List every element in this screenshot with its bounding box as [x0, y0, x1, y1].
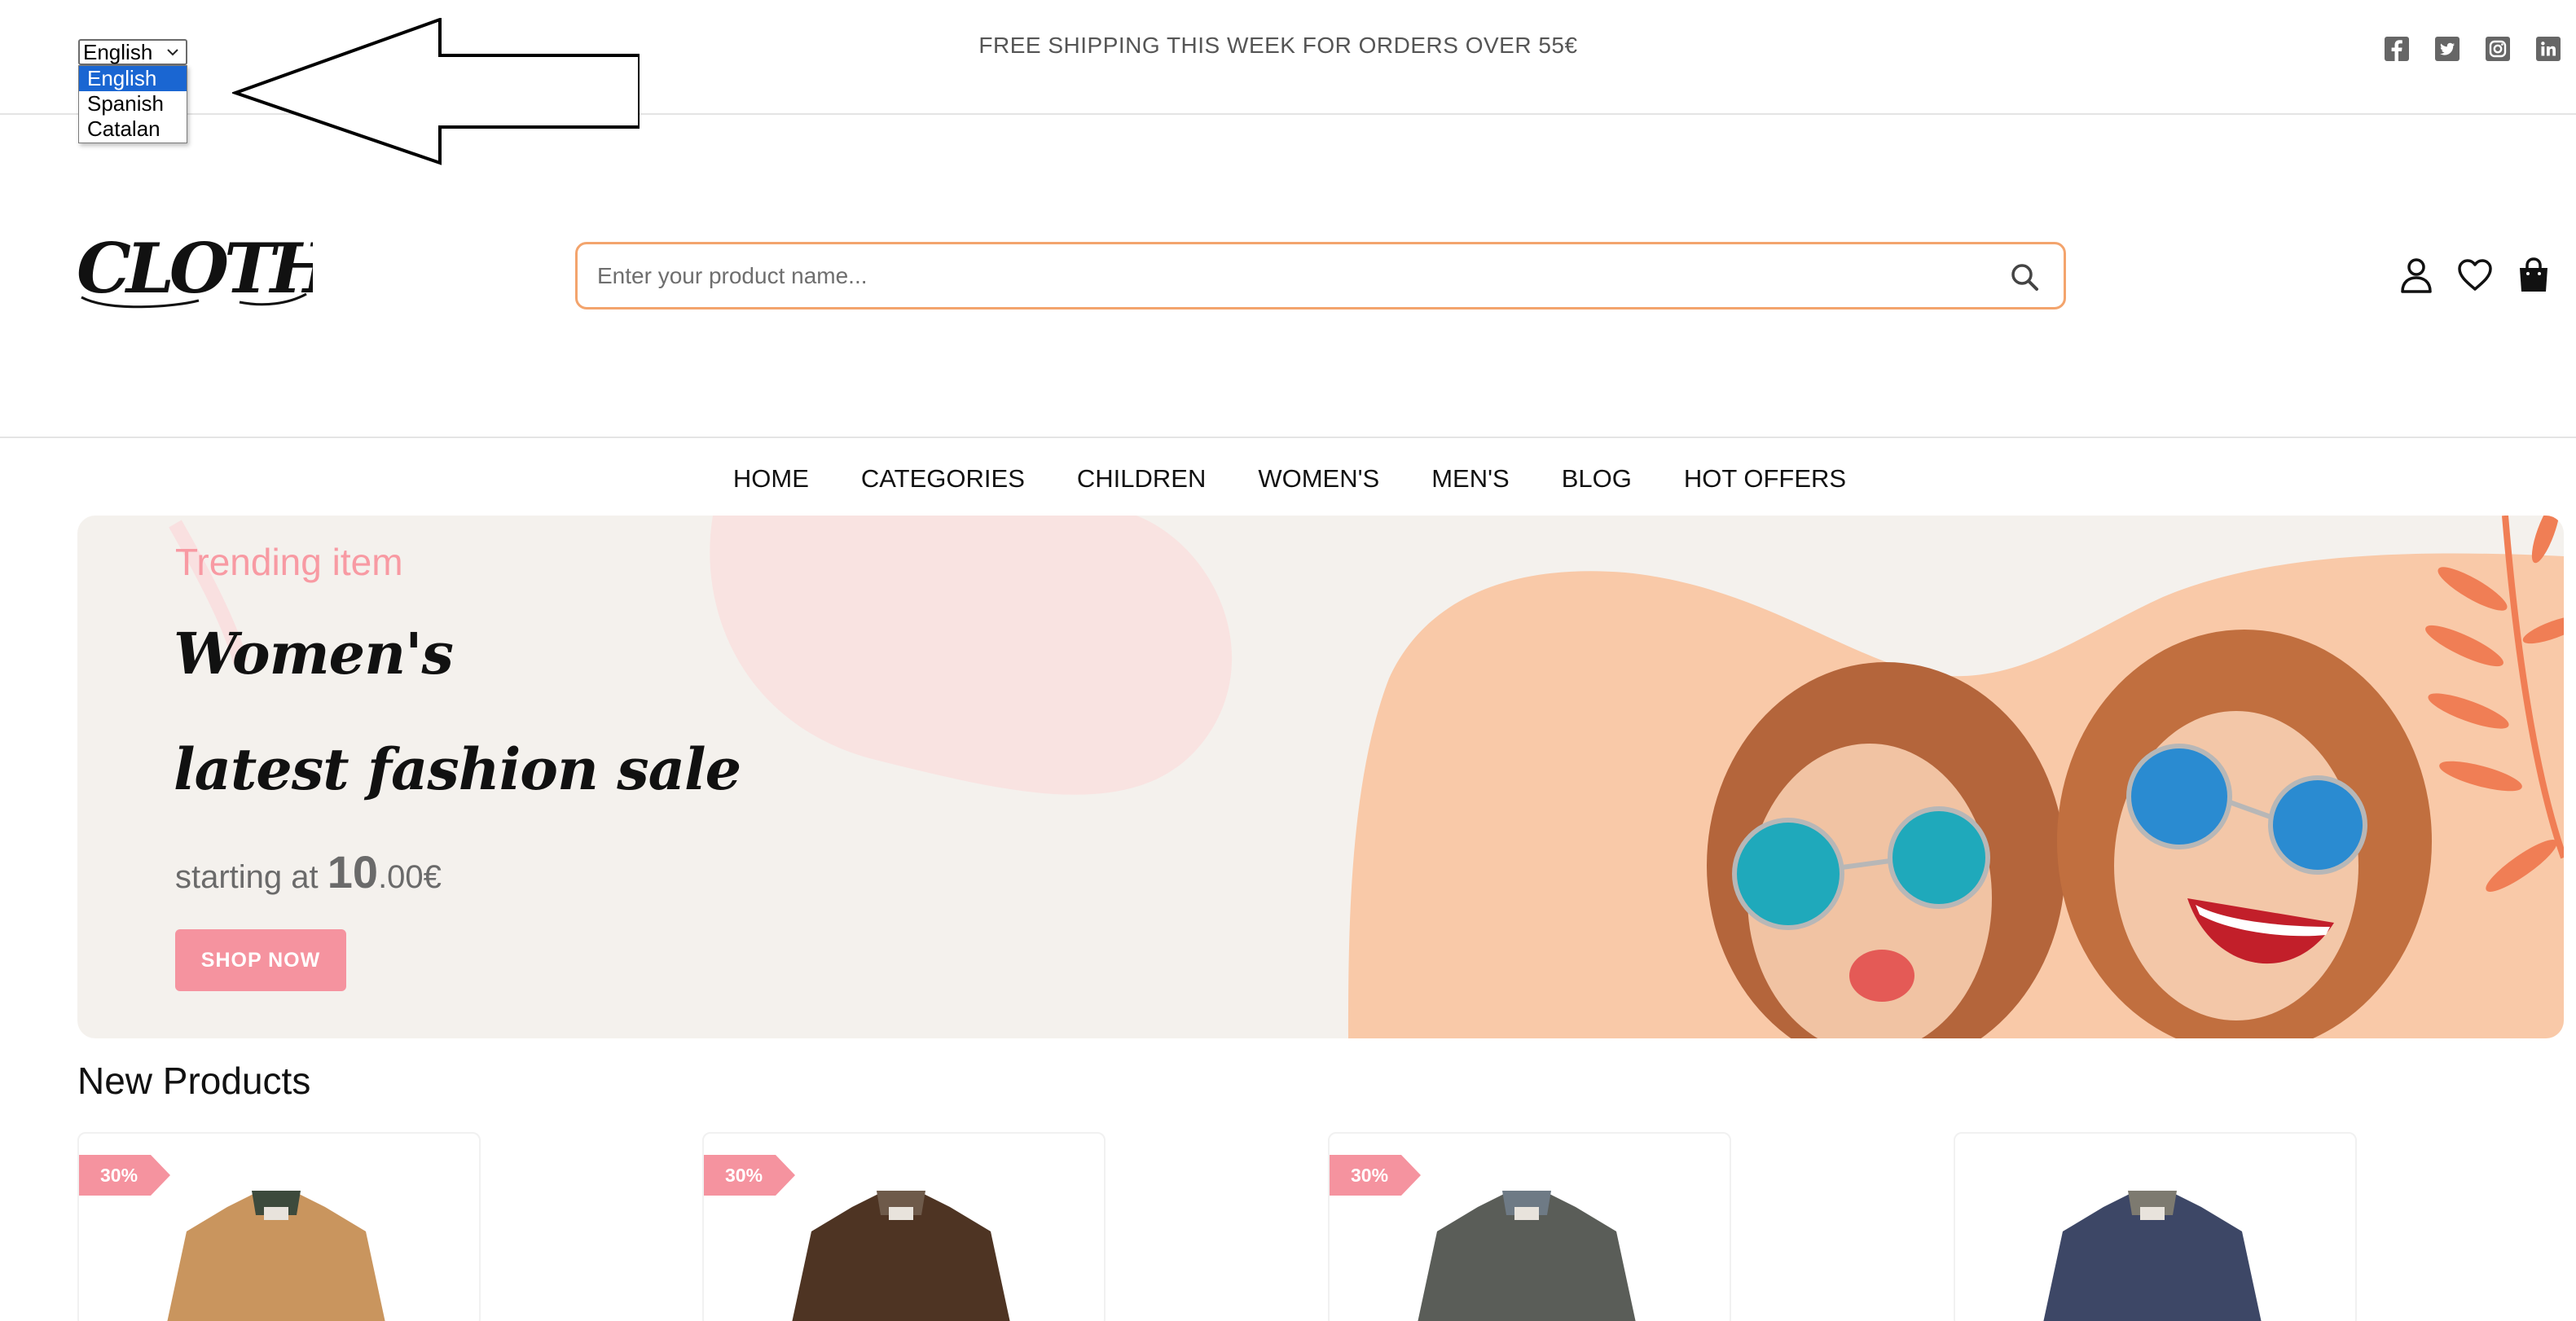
- nav-item-womens[interactable]: WOMEN'S: [1255, 456, 1379, 502]
- language-option-english[interactable]: English: [79, 66, 187, 91]
- search-icon[interactable]: [2008, 261, 2041, 293]
- product-card[interactable]: 30%: [702, 1132, 1106, 1321]
- heart-icon[interactable]: [2457, 257, 2493, 294]
- nav-item-hot-offers[interactable]: HOT OFFERS: [1681, 456, 1846, 502]
- hero-title-line2: latest fashion sale: [174, 735, 741, 803]
- product-image: [792, 1191, 1010, 1321]
- main-nav: HOME CATEGORIES CHILDREN WOMEN'S MEN'S B…: [0, 456, 2576, 502]
- product-card[interactable]: [1954, 1132, 2357, 1321]
- nav-item-children[interactable]: CHILDREN: [1074, 456, 1206, 502]
- nav-item-categories[interactable]: CATEGORIES: [858, 456, 1025, 502]
- product-image: [1418, 1191, 1636, 1321]
- bag-icon[interactable]: [2516, 257, 2552, 294]
- hero-price: starting at 10.00€: [175, 845, 442, 898]
- user-icon[interactable]: [2398, 257, 2434, 294]
- search-bar: [575, 242, 2066, 309]
- hero-price-prefix: starting at: [175, 859, 327, 895]
- facebook-icon[interactable]: [2384, 36, 2410, 62]
- nav-item-blog[interactable]: BLOG: [1558, 456, 1632, 502]
- language-dropdown-list: English Spanish Catalan: [78, 65, 187, 143]
- shop-now-button[interactable]: SHOP NOW: [175, 929, 346, 991]
- product-image: [2043, 1191, 2262, 1321]
- new-products-title: New Products: [77, 1060, 311, 1102]
- logo-text: CLOTHES: [77, 232, 313, 309]
- linkedin-icon[interactable]: [2535, 36, 2561, 62]
- discount-badge-text: 30%: [100, 1165, 138, 1186]
- hero-banner: Trending item Women's latest fashion sal…: [77, 516, 2564, 1038]
- discount-badge-text: 30%: [1351, 1165, 1389, 1186]
- hero-price-decimals: .00€: [378, 859, 442, 895]
- hero-title-line1: Women's: [174, 620, 454, 687]
- nav-item-mens[interactable]: MEN'S: [1428, 456, 1509, 502]
- hero-subtitle: Trending item: [175, 541, 403, 583]
- language-option-catalan[interactable]: Catalan: [79, 116, 187, 142]
- product-image: [167, 1191, 385, 1321]
- nav-item-home[interactable]: HOME: [730, 456, 809, 502]
- discount-badge-text: 30%: [725, 1165, 763, 1186]
- top-bar: English English Spanish Catalan FREE SHI…: [0, 0, 2576, 165]
- social-links: [2384, 36, 2561, 62]
- header-actions: [2398, 257, 2552, 294]
- annotation-arrow: [232, 18, 640, 165]
- search-input[interactable]: [597, 244, 1982, 307]
- product-card[interactable]: 30%: [77, 1132, 481, 1321]
- hero-price-integer: 10: [327, 846, 379, 897]
- clothes-logo[interactable]: CLOTHES: [77, 232, 313, 314]
- twitter-icon[interactable]: [2434, 36, 2460, 62]
- instagram-icon[interactable]: [2485, 36, 2511, 62]
- language-option-spanish[interactable]: Spanish: [79, 91, 187, 116]
- product-card[interactable]: 30%: [1328, 1132, 1731, 1321]
